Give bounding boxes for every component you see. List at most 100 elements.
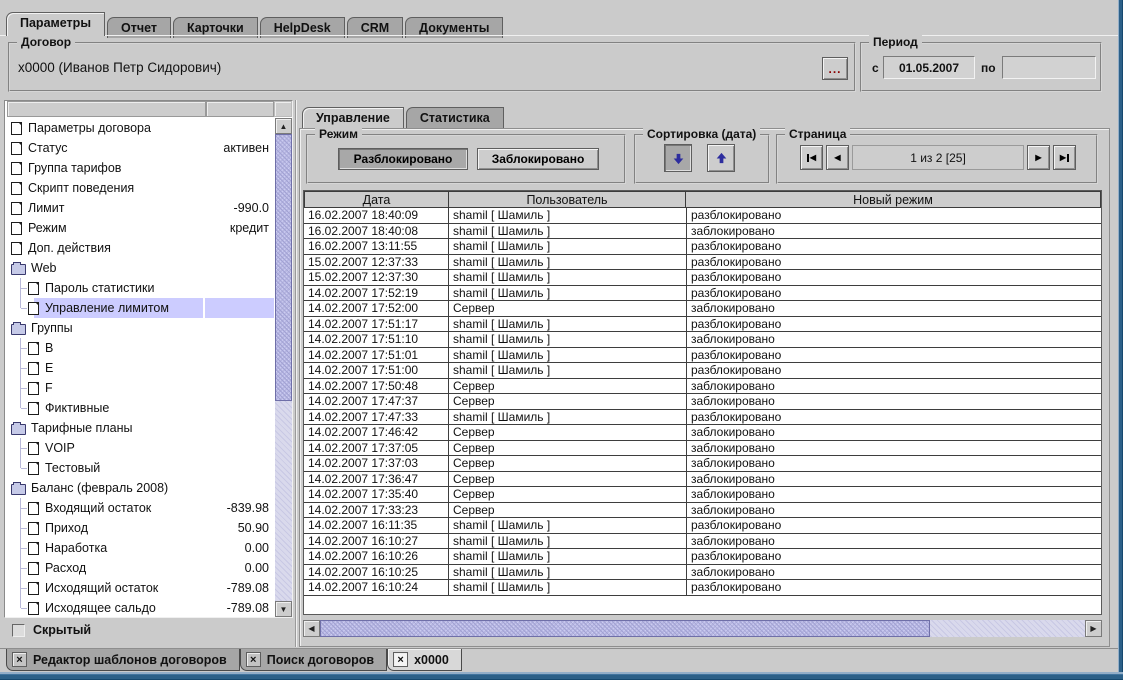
cell-date: 14.02.2007 17:47:37 <box>304 394 449 410</box>
tree-scroll-down-icon[interactable]: ▼ <box>275 601 292 617</box>
column-header-mode[interactable]: Новый режим <box>685 191 1101 208</box>
page-prev-button[interactable]: ◀ <box>826 145 849 170</box>
table-row[interactable]: 14.02.2007 17:51:17shamil [ Шамиль ]разб… <box>304 317 1101 333</box>
close-tab-icon[interactable]: × <box>246 652 261 667</box>
close-tab-icon[interactable]: × <box>12 652 27 667</box>
table-row[interactable]: 16.02.2007 18:40:09shamil [ Шамиль ]разб… <box>304 208 1101 224</box>
tree-item[interactable]: Тарифные планы <box>5 418 274 438</box>
hscrollbar-thumb[interactable] <box>320 620 930 637</box>
tree-scrollbar-thumb[interactable] <box>275 134 292 401</box>
table-row[interactable]: 15.02.2007 12:37:33shamil [ Шамиль ]разб… <box>304 255 1101 271</box>
tree-item[interactable]: Исходящий остаток-789.08 <box>5 578 274 598</box>
tree-item[interactable]: VOIP <box>5 438 274 458</box>
tree-item[interactable]: Фиктивные <box>5 398 274 418</box>
arrow-up-icon <box>715 152 728 165</box>
tree-item[interactable]: Тестовый <box>5 458 274 478</box>
document-tab-х0000[interactable]: ×х0000 <box>387 649 462 671</box>
table-row[interactable]: 14.02.2007 16:10:25shamil [ Шамиль ]забл… <box>304 565 1101 581</box>
window-right-border <box>1118 0 1123 672</box>
hidden-checkbox[interactable] <box>12 624 25 637</box>
contract-browse-button[interactable]: ... <box>822 57 848 80</box>
table-row[interactable]: 14.02.2007 16:11:35shamil [ Шамиль ]разб… <box>304 518 1101 534</box>
table-row[interactable]: 14.02.2007 17:37:03Серверзаблокировано <box>304 456 1101 472</box>
table-row[interactable]: 14.02.2007 17:51:00shamil [ Шамиль ]разб… <box>304 363 1101 379</box>
tree-item[interactable]: Доп. действия <box>5 238 274 258</box>
prev-page-icon: ◀ <box>834 153 840 162</box>
sort-desc-button[interactable] <box>664 144 692 172</box>
table-row[interactable]: 14.02.2007 17:33:23Серверзаблокировано <box>304 503 1101 519</box>
cell-date: 14.02.2007 16:10:25 <box>304 565 449 581</box>
tree-item[interactable]: Режимкредит <box>5 218 274 238</box>
table-row[interactable]: 14.02.2007 17:36:47Серверзаблокировано <box>304 472 1101 488</box>
unlocked-button[interactable]: Разблокировано <box>338 148 468 170</box>
locked-button[interactable]: Заблокировано <box>477 148 599 170</box>
tree-item[interactable]: Входящий остаток-839.98 <box>5 498 274 518</box>
table-row[interactable]: 14.02.2007 17:35:40Серверзаблокировано <box>304 487 1101 503</box>
period-from-field[interactable]: 01.05.2007 <box>883 56 975 79</box>
tree-item[interactable]: Исходящее сальдо-789.08 <box>5 598 274 618</box>
table-row[interactable]: 14.02.2007 17:47:37Серверзаблокировано <box>304 394 1101 410</box>
table-row[interactable]: 14.02.2007 17:51:10shamil [ Шамиль ]забл… <box>304 332 1101 348</box>
table-row[interactable]: 14.02.2007 17:50:48Серверзаблокировано <box>304 379 1101 395</box>
page-next-button[interactable]: ▶ <box>1027 145 1050 170</box>
hscroll-left-icon[interactable]: ◀ <box>303 620 320 637</box>
file-icon <box>11 122 22 135</box>
table-row[interactable]: 16.02.2007 18:40:08shamil [ Шамиль ]забл… <box>304 224 1101 240</box>
table-row[interactable]: 14.02.2007 17:52:00Серверзаблокировано <box>304 301 1101 317</box>
cell-date: 14.02.2007 17:46:42 <box>304 425 449 441</box>
tree-header-value[interactable] <box>206 101 274 117</box>
contract-tree-panel: Параметры договораСтатусактивенГруппа та… <box>4 100 293 618</box>
tree-header-name[interactable] <box>7 101 206 117</box>
period-to-field[interactable] <box>1002 56 1096 79</box>
tree-item[interactable]: Лимит-990.0 <box>5 198 274 218</box>
tree-item[interactable]: Параметры договора <box>5 118 274 138</box>
document-tab-Редактор шаблонов договоров[interactable]: ×Редактор шаблонов договоров <box>6 649 240 671</box>
tree-item[interactable]: Пароль статистики <box>5 278 274 298</box>
cell-mode: разблокировано <box>687 270 1101 286</box>
table-row[interactable]: 14.02.2007 17:47:33shamil [ Шамиль ]разб… <box>304 410 1101 426</box>
table-row[interactable]: 14.02.2007 17:51:01shamil [ Шамиль ]разб… <box>304 348 1101 364</box>
table-row[interactable]: 15.02.2007 12:37:30shamil [ Шамиль ]разб… <box>304 270 1101 286</box>
tree-item[interactable]: B <box>5 338 274 358</box>
cell-user: Сервер <box>449 425 687 441</box>
tree-item[interactable]: Web <box>5 258 274 278</box>
limit-tab-bar: УправлениеСтатистика <box>302 107 506 129</box>
cell-mode: заблокировано <box>687 394 1101 410</box>
hscroll-right-icon[interactable]: ▶ <box>1085 620 1102 637</box>
tree-item[interactable]: Группа тарифов <box>5 158 274 178</box>
table-row[interactable]: 14.02.2007 17:52:19shamil [ Шамиль ]разб… <box>304 286 1101 302</box>
table-row[interactable]: 14.02.2007 16:10:24shamil [ Шамиль ]разб… <box>304 580 1101 596</box>
tab-Управление[interactable]: Управление <box>302 107 404 128</box>
table-row[interactable]: 14.02.2007 16:10:27shamil [ Шамиль ]забл… <box>304 534 1101 550</box>
tree-item[interactable]: Наработка0.00 <box>5 538 274 558</box>
table-row[interactable]: 14.02.2007 17:37:05Серверзаблокировано <box>304 441 1101 457</box>
tree-item[interactable]: Расход0.00 <box>5 558 274 578</box>
page-first-button[interactable]: ◀ <box>800 145 823 170</box>
tree-item[interactable]: F <box>5 378 274 398</box>
table-row[interactable]: 16.02.2007 13:11:55shamil [ Шамиль ]разб… <box>304 239 1101 255</box>
tab-Статистика[interactable]: Статистика <box>406 107 504 128</box>
tree-scroll-up-icon[interactable]: ▲ <box>275 118 292 134</box>
cell-date: 14.02.2007 16:10:26 <box>304 549 449 565</box>
mode-group-title: Режим <box>315 127 362 141</box>
tree-item-label: Входящий остаток <box>45 501 151 515</box>
document-tab-Поиск договоров[interactable]: ×Поиск договоров <box>240 649 387 671</box>
page-indicator: 1 из 2 [25] <box>852 145 1024 170</box>
close-tab-icon[interactable]: × <box>393 652 408 667</box>
column-header-date[interactable]: Дата <box>304 191 449 208</box>
tree-item[interactable]: Приход50.90 <box>5 518 274 538</box>
page-last-button[interactable]: ▶ <box>1053 145 1076 170</box>
tree-item[interactable]: Скрипт поведения <box>5 178 274 198</box>
main-tab-Параметры[interactable]: Параметры <box>6 12 105 36</box>
cell-mode: заблокировано <box>687 441 1101 457</box>
tree-item[interactable]: Управление лимитом <box>5 298 274 318</box>
sort-asc-button[interactable] <box>707 144 735 172</box>
column-header-user[interactable]: Пользователь <box>448 191 686 208</box>
tree-item[interactable]: Баланс (февраль 2008) <box>5 478 274 498</box>
file-icon <box>28 542 39 555</box>
table-row[interactable]: 14.02.2007 17:46:42Серверзаблокировано <box>304 425 1101 441</box>
tree-item[interactable]: Статусактивен <box>5 138 274 158</box>
table-row[interactable]: 14.02.2007 16:10:26shamil [ Шамиль ]разб… <box>304 549 1101 565</box>
tree-item[interactable]: Группы <box>5 318 274 338</box>
tree-item[interactable]: E <box>5 358 274 378</box>
